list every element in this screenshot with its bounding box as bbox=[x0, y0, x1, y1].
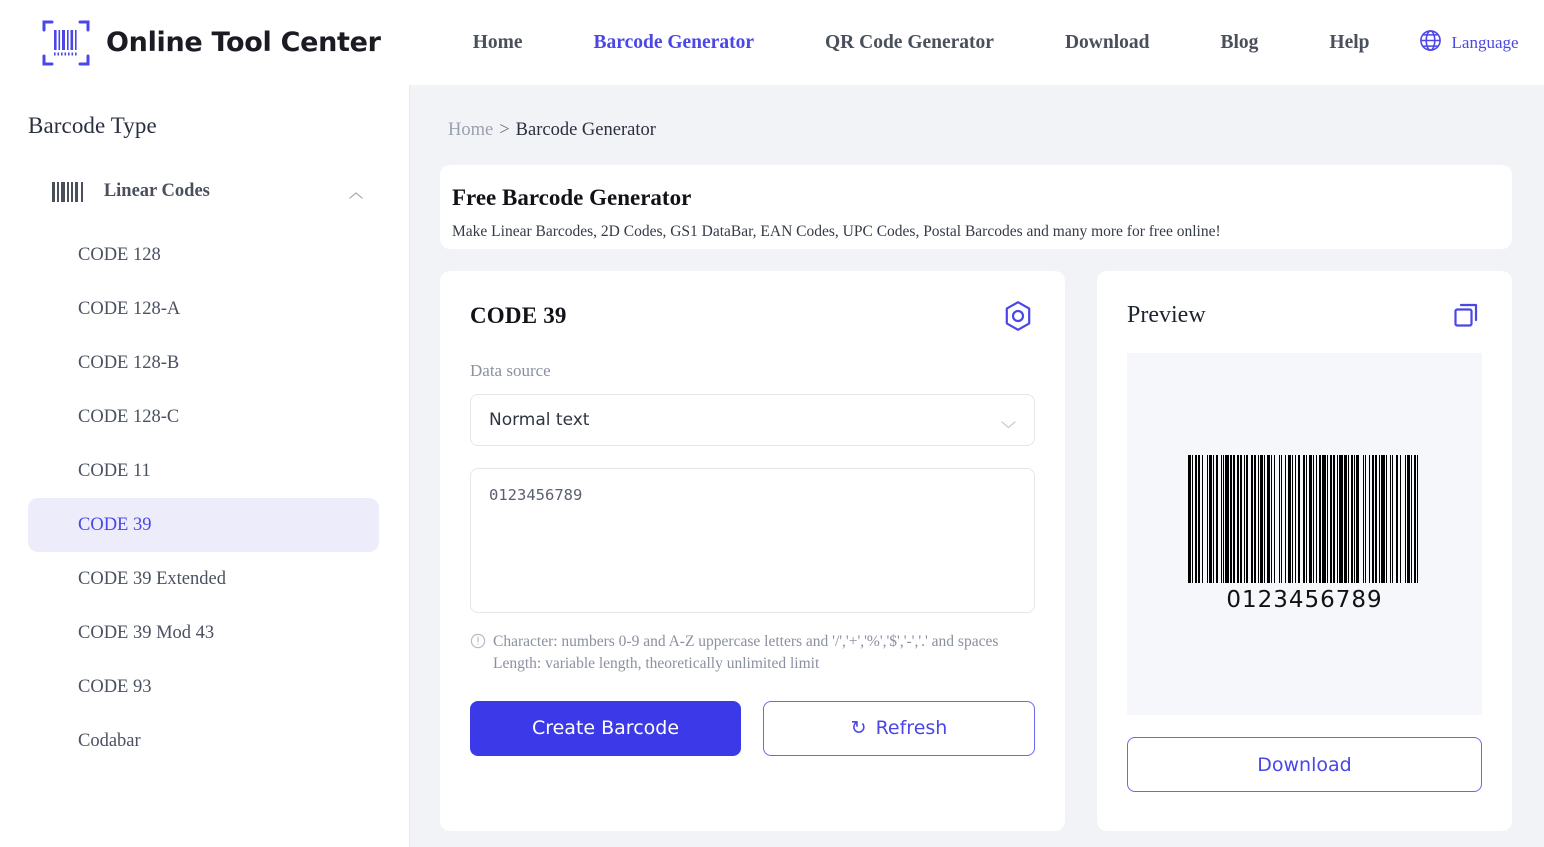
barcode-data-value: 0123456789 bbox=[489, 486, 583, 504]
sidebar-item-code-39[interactable]: CODE 39 bbox=[28, 498, 379, 552]
sidebar-item-codabar[interactable]: Codabar bbox=[28, 714, 379, 768]
hero-card: Free Barcode Generator Make Linear Barco… bbox=[440, 165, 1512, 249]
sidebar-item-code-39-extended[interactable]: CODE 39 Extended bbox=[28, 552, 379, 606]
nav-item-blog[interactable]: Blog bbox=[1220, 32, 1258, 54]
main-content: Home > Barcode Generator Free Barcode Ge… bbox=[410, 85, 1544, 847]
input-hint-text: Character: numbers 0-9 and A-Z uppercase… bbox=[493, 631, 998, 676]
data-source-select[interactable]: Normal text bbox=[470, 394, 1035, 446]
nav-item-download[interactable]: Download bbox=[1065, 32, 1150, 54]
preview-card: Preview 0123456789 Download bbox=[1097, 271, 1512, 831]
sidebar-item-code-128-b[interactable]: CODE 128-B bbox=[28, 336, 379, 390]
panels: CODE 39 Data source Normal text 01234567… bbox=[440, 271, 1512, 831]
nav-item-barcode-generator[interactable]: Barcode Generator bbox=[594, 32, 754, 54]
sidebar: Barcode Type Linear Codes CODE 128 CODE … bbox=[0, 85, 410, 847]
brand-name: Online Tool Center bbox=[106, 27, 381, 58]
preview-header: Preview bbox=[1127, 299, 1482, 331]
hint-line-2: Length: variable length, theoretically u… bbox=[493, 655, 820, 673]
globe-icon bbox=[1418, 28, 1443, 58]
nav-item-help[interactable]: Help bbox=[1329, 32, 1369, 54]
barcode-scan-icon bbox=[38, 17, 94, 69]
barcode-data-input[interactable]: 0123456789 bbox=[470, 468, 1035, 613]
main-nav: Home Barcode Generator QR Code Generator… bbox=[473, 32, 1370, 54]
language-switcher[interactable]: Language bbox=[1418, 28, 1519, 58]
brand-logo[interactable]: Online Tool Center bbox=[0, 17, 381, 69]
sidebar-item-code-11[interactable]: CODE 11 bbox=[28, 444, 379, 498]
nav-item-home[interactable]: Home bbox=[473, 32, 523, 54]
settings-hexagon-icon[interactable] bbox=[1001, 299, 1035, 333]
copy-icon[interactable] bbox=[1450, 299, 1482, 331]
hint-line-1: Character: numbers 0-9 and A-Z uppercase… bbox=[493, 633, 999, 650]
sidebar-item-code-128-c[interactable]: CODE 128-C bbox=[28, 390, 379, 444]
create-barcode-button[interactable]: Create Barcode bbox=[470, 700, 741, 756]
info-circle-icon bbox=[470, 633, 486, 676]
data-source-value: Normal text bbox=[489, 410, 590, 430]
preview-title: Preview bbox=[1127, 301, 1206, 328]
refresh-label: Refresh bbox=[875, 717, 948, 740]
sidebar-group-label: Linear Codes bbox=[103, 181, 210, 201]
barcode-icon bbox=[52, 181, 85, 202]
input-hint: Character: numbers 0-9 and A-Z uppercase… bbox=[470, 631, 1035, 676]
page-subtitle: Make Linear Barcodes, 2D Codes, GS1 Data… bbox=[452, 223, 1221, 240]
preview-actions: Download bbox=[1127, 737, 1482, 792]
generator-actions: Create Barcode ↻ Refresh bbox=[470, 700, 1035, 756]
sidebar-item-code-128-a[interactable]: CODE 128-A bbox=[28, 282, 379, 336]
barcode-type-list: CODE 128 CODE 128-A CODE 128-B CODE 128-… bbox=[0, 228, 409, 768]
language-label: Language bbox=[1451, 32, 1519, 52]
download-button[interactable]: Download bbox=[1127, 737, 1482, 792]
barcode-image bbox=[1188, 455, 1420, 583]
page-title: Free Barcode Generator bbox=[452, 185, 692, 210]
sidebar-title: Barcode Type bbox=[28, 113, 157, 138]
sidebar-item-code-128[interactable]: CODE 128 bbox=[28, 228, 379, 282]
breadcrumb-separator: > bbox=[499, 120, 510, 140]
chevron-up-icon[interactable] bbox=[349, 187, 363, 199]
sidebar-group-linear-codes[interactable]: Linear Codes bbox=[26, 175, 383, 208]
breadcrumb: Home > Barcode Generator bbox=[440, 85, 1512, 141]
refresh-button[interactable]: ↻ Refresh bbox=[763, 700, 1035, 756]
nav-item-qr-code-generator[interactable]: QR Code Generator bbox=[825, 32, 994, 54]
breadcrumb-current: Barcode Generator bbox=[515, 120, 656, 140]
body-row: Barcode Type Linear Codes CODE 128 CODE … bbox=[0, 85, 1544, 847]
breadcrumb-home[interactable]: Home bbox=[448, 120, 493, 141]
chevron-down-icon bbox=[1001, 416, 1016, 428]
generator-card: CODE 39 Data source Normal text 01234567… bbox=[440, 271, 1065, 831]
sidebar-item-code-39-mod-43[interactable]: CODE 39 Mod 43 bbox=[28, 606, 379, 660]
barcode-caption: 0123456789 bbox=[1226, 587, 1383, 613]
refresh-icon: ↻ bbox=[850, 716, 867, 739]
app-page: Online Tool Center Home Barcode Generato… bbox=[0, 0, 1544, 847]
data-source-label: Data source bbox=[470, 361, 551, 380]
sidebar-item-code-93[interactable]: CODE 93 bbox=[28, 660, 379, 714]
barcode-preview: 0123456789 bbox=[1127, 353, 1482, 715]
site-header: Online Tool Center Home Barcode Generato… bbox=[0, 0, 1544, 85]
generator-title: CODE 39 bbox=[470, 303, 567, 328]
generator-header: CODE 39 bbox=[470, 299, 1035, 333]
